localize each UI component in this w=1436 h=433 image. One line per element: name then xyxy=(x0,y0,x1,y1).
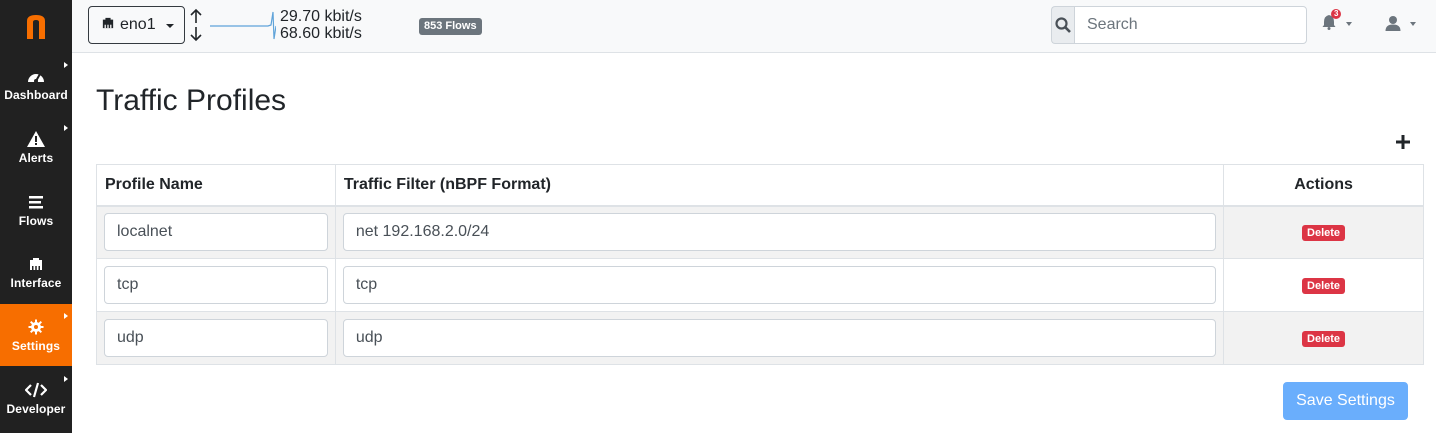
traffic-filter-input[interactable] xyxy=(342,319,1217,357)
table-row: Delete xyxy=(96,205,1424,259)
profile-name-input[interactable] xyxy=(104,213,328,252)
add-profile-button[interactable] xyxy=(1395,134,1411,155)
search-input[interactable] xyxy=(1074,6,1307,44)
delete-button[interactable]: Delete xyxy=(1302,225,1346,242)
sidebar-item-alerts[interactable]: Alerts xyxy=(0,116,72,178)
interface-select-button[interactable]: eno1 xyxy=(88,6,185,44)
profile-name-input[interactable] xyxy=(104,319,328,357)
download-rate: 68.60 kbit/s xyxy=(280,25,362,42)
sidebar-item-label: Alerts xyxy=(18,151,54,165)
interface-name: eno1 xyxy=(120,16,156,33)
table-header-row: Profile Name Traffic Filter (nBPF Format… xyxy=(96,164,1424,207)
sidebar-item-dashboard[interactable]: Dashboard xyxy=(0,53,72,115)
delete-button[interactable]: Delete xyxy=(1302,331,1346,347)
sidebar-item-developer[interactable]: Developer xyxy=(0,367,72,429)
ethernet-icon xyxy=(100,16,116,34)
up-down-arrows-icon xyxy=(189,8,203,47)
sidebar: Dashboard Alerts Flows Interface Setting… xyxy=(0,0,72,433)
sidebar-item-flows[interactable]: Flows xyxy=(0,179,72,241)
actions-cell: Delete xyxy=(1223,258,1424,312)
warning-triangle-icon xyxy=(26,129,46,149)
speedometer-icon xyxy=(26,66,46,86)
caret-right-icon xyxy=(64,376,68,382)
traffic-profiles-table: Profile Name Traffic Filter (nBPF Format… xyxy=(96,164,1424,365)
profile-name-cell xyxy=(96,311,336,365)
sidebar-item-interface[interactable]: Interface xyxy=(0,241,72,303)
chevron-down-icon[interactable] xyxy=(1346,22,1352,26)
delete-button[interactable]: Delete xyxy=(1302,278,1346,294)
actions-cell: Delete xyxy=(1223,311,1424,365)
caret-right-icon xyxy=(64,125,68,131)
sidebar-item-label: Dashboard xyxy=(4,88,68,102)
search-group xyxy=(1051,6,1307,44)
actions-cell: Delete xyxy=(1223,205,1424,259)
traffic-filter-cell xyxy=(334,205,1225,259)
save-settings-button[interactable]: Save Settings xyxy=(1283,382,1408,420)
upload-rate: 29.70 kbit/s xyxy=(280,8,362,25)
column-header-traffic-filter: Traffic Filter (nBPF Format) xyxy=(334,164,1225,207)
profile-name-cell xyxy=(96,205,336,259)
ntopng-logo[interactable] xyxy=(0,0,72,52)
logo-icon xyxy=(27,15,45,39)
traffic-sparkline xyxy=(210,10,277,47)
sidebar-item-label: Flows xyxy=(18,214,54,228)
flows-count-badge[interactable]: 853 Flows xyxy=(419,18,482,35)
user-icon[interactable] xyxy=(1385,15,1401,36)
sidebar-item-label: Interface xyxy=(10,276,62,290)
sidebar-item-settings[interactable]: Settings xyxy=(0,304,72,366)
throughput-readout: 29.70 kbit/s 68.60 kbit/s xyxy=(280,8,362,42)
ethernet-icon xyxy=(27,254,45,274)
profile-name-cell xyxy=(96,258,336,312)
stream-icon xyxy=(28,192,44,212)
traffic-filter-input[interactable] xyxy=(342,266,1217,304)
sidebar-item-label: Settings xyxy=(11,339,61,353)
column-header-actions: Actions xyxy=(1223,164,1424,207)
plus-icon xyxy=(1396,135,1410,149)
caret-right-icon xyxy=(64,62,68,68)
traffic-filter-input[interactable] xyxy=(342,213,1217,252)
column-header-profile-name: Profile Name xyxy=(96,164,336,207)
gear-icon xyxy=(28,317,44,337)
table-row: Delete xyxy=(96,258,1424,312)
search-icon xyxy=(1055,17,1071,33)
traffic-filter-cell xyxy=(334,311,1225,365)
notification-count-badge: 3 xyxy=(1331,9,1342,19)
profile-name-input[interactable] xyxy=(104,266,328,304)
code-icon xyxy=(25,380,47,400)
top-navbar: eno1 29.70 kbit/s 68.60 kbit/s 853 Flows… xyxy=(72,0,1436,53)
caret-right-icon xyxy=(64,313,68,319)
page-title: Traffic Profiles xyxy=(96,84,287,117)
traffic-filter-cell xyxy=(334,258,1225,312)
table-row: Delete xyxy=(96,311,1424,365)
chevron-down-icon xyxy=(166,24,174,28)
sidebar-item-label: Developer xyxy=(6,402,66,416)
search-button[interactable] xyxy=(1051,6,1074,44)
chevron-down-icon[interactable] xyxy=(1410,22,1416,26)
